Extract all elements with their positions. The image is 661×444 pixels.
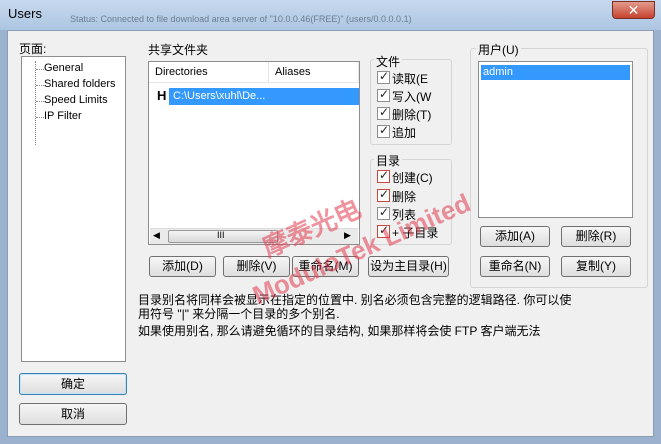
folder-row-path: C:\Users\xuhl\De... — [169, 88, 359, 105]
tree-connector — [35, 61, 36, 145]
dialog-client-area: 页面: General Shared folders Speed Limits … — [7, 30, 654, 437]
file-delete-checkbox[interactable] — [377, 105, 390, 120]
tree-branch — [36, 117, 44, 118]
help-text-line-2: 用符号 "|" 来分隔一个目录的多个别名. — [138, 307, 340, 321]
file-write-checkbox[interactable] — [377, 87, 390, 102]
dir-create-checkbox[interactable] — [377, 168, 390, 183]
column-header-directories[interactable]: Directories — [149, 62, 269, 83]
close-button[interactable]: ✕ — [612, 1, 655, 19]
tree-branch — [36, 101, 44, 102]
tree-item-shared-folders[interactable]: Shared folders — [44, 78, 116, 90]
add-folder-button[interactable]: 添加(D) — [149, 256, 216, 277]
delete-user-button[interactable]: 删除(R) — [561, 226, 631, 247]
file-append-checkbox[interactable] — [377, 123, 390, 138]
home-flag: H — [157, 88, 167, 103]
rename-user-button[interactable]: 重命名(N) — [480, 256, 550, 277]
close-icon: ✕ — [627, 2, 640, 18]
tree-branch — [36, 85, 44, 86]
dir-delete-label: 删除 — [392, 190, 417, 204]
dir-create-label: 创建(C) — [392, 171, 433, 185]
user-item-admin[interactable]: admin — [481, 65, 630, 80]
window-title: Users — [8, 6, 42, 21]
ok-button[interactable]: 确定 — [19, 373, 127, 395]
tree-item-speed-limits[interactable]: Speed Limits — [44, 94, 108, 106]
tree-item-ip-filter[interactable]: IP Filter — [44, 110, 82, 122]
files-group-title: 文件 — [374, 53, 403, 70]
title-bar: Users Status: Connected to file download… — [0, 0, 661, 30]
file-delete-label: 删除(T) — [392, 108, 432, 122]
folder-row[interactable]: H C:\Users\xuhl\De... — [151, 88, 359, 105]
copy-user-button[interactable]: 复制(Y) — [561, 256, 631, 277]
file-write-label: 写入(W — [392, 90, 432, 104]
dir-delete-checkbox[interactable] — [377, 187, 390, 202]
background-status-text: Status: Connected to file download area … — [70, 14, 412, 24]
set-home-dir-button[interactable]: 设为主目录(H) — [368, 256, 449, 277]
users-list[interactable]: admin — [478, 61, 633, 218]
shared-folders-title: 共享文件夹 — [148, 43, 209, 57]
cancel-button[interactable]: 取消 — [19, 403, 127, 425]
scroll-left-icon[interactable]: ◀ — [153, 230, 160, 241]
column-header-aliases[interactable]: Aliases — [269, 62, 359, 83]
scroll-grip: III — [217, 230, 225, 240]
add-user-button[interactable]: 添加(A) — [480, 226, 550, 247]
help-text-line-3: 如果使用别名, 那么请避免循环的目录结构, 如果那样将会使 FTP 客户端无法 — [138, 324, 541, 338]
tree-branch — [36, 69, 44, 70]
file-append-label: 追加 — [392, 126, 417, 140]
dir-list-checkbox[interactable] — [377, 205, 390, 220]
tree-item-general[interactable]: General — [44, 62, 83, 74]
nav-title: 页面: — [19, 42, 47, 56]
users-group-title: 用户(U) — [476, 41, 521, 58]
page-tree[interactable]: General Shared folders Speed Limits IP F… — [21, 56, 126, 362]
file-read-label: 读取(E — [392, 72, 429, 86]
file-read-checkbox[interactable] — [377, 69, 390, 84]
dirs-group-title: 目录 — [374, 152, 403, 169]
